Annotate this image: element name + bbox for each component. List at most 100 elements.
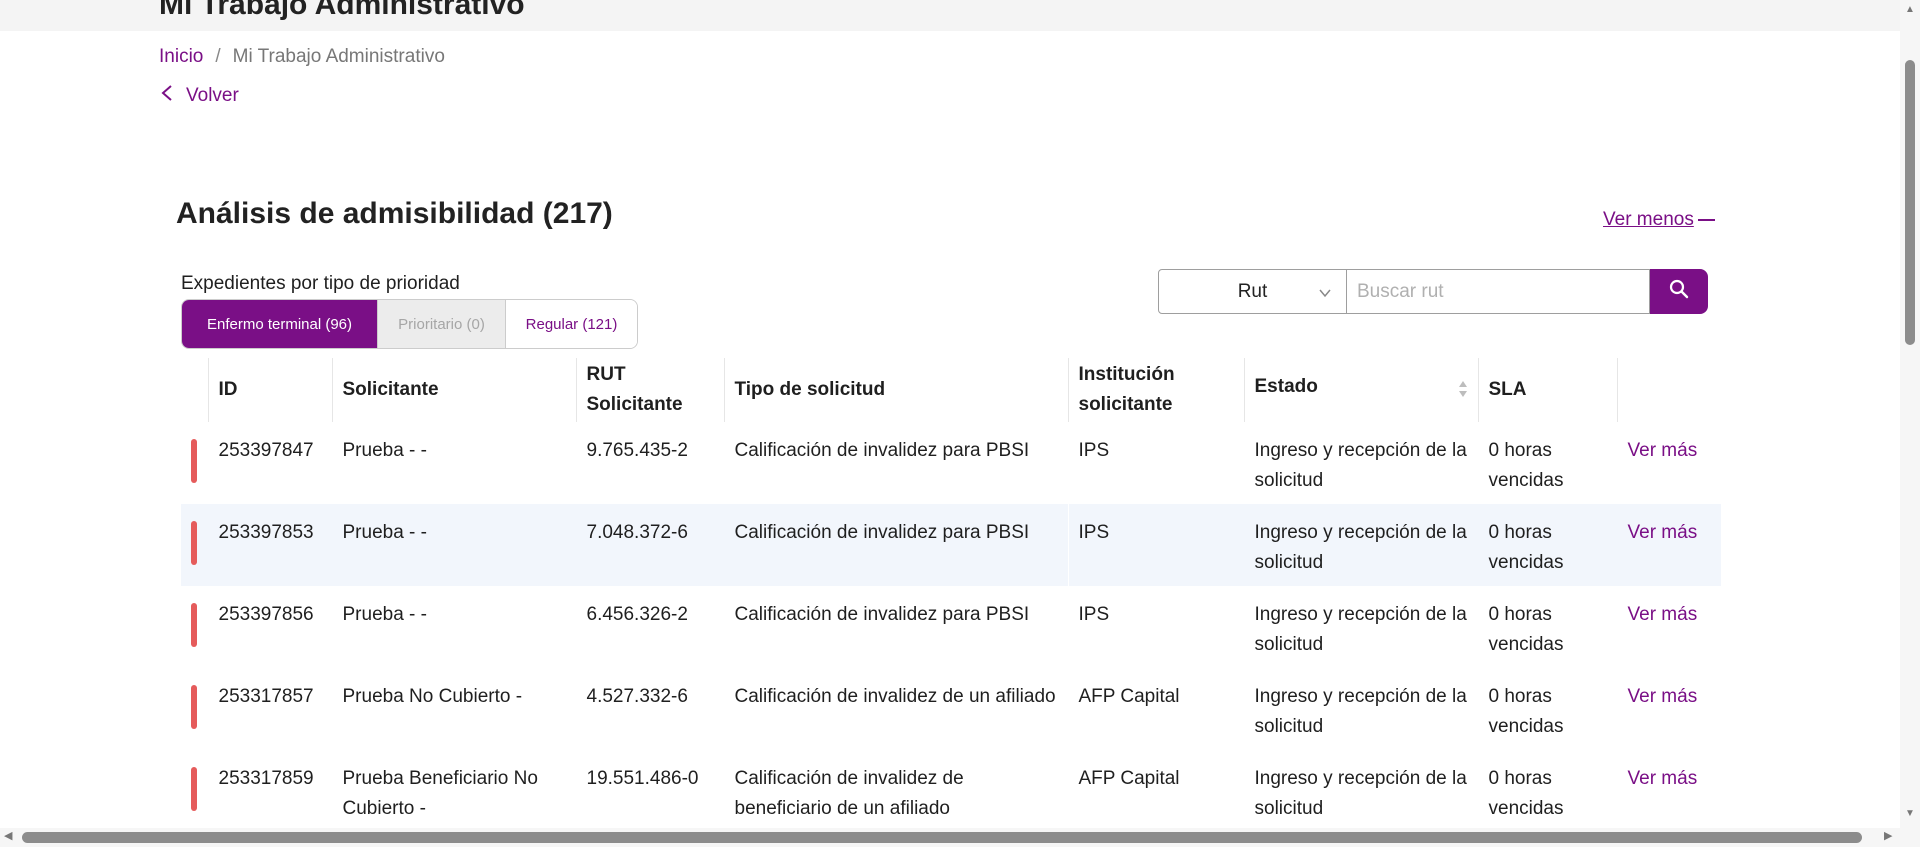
cell-action: Ver más — [1617, 586, 1721, 668]
scroll-right-arrow-icon[interactable]: ▶ — [1884, 829, 1892, 842]
see-less-label: Ver menos — [1603, 209, 1694, 230]
table-header-row: ID Solicitante RUT Solicitante Tipo de so… — [181, 358, 1721, 422]
cell-rut: 7.048.372-6 — [576, 504, 724, 586]
ver-mas-link[interactable]: Ver más — [1628, 768, 1698, 789]
chevron-left-icon — [160, 84, 174, 108]
cell-rut: 6.456.326-2 — [586, 604, 688, 625]
priority-marker — [191, 521, 198, 565]
col-header-estado[interactable]: Estado — [1244, 358, 1479, 422]
cell-institucion: IPS — [1078, 440, 1110, 461]
priority-cell — [181, 586, 208, 668]
cell-institucion: IPS — [1078, 604, 1110, 625]
vertical-scroll-thumb[interactable] — [1905, 60, 1915, 345]
cell-estado: Ingreso y recepción de la solicitud — [1254, 604, 1467, 655]
ver-mas-link[interactable]: Ver más — [1628, 522, 1698, 543]
cell-action: Ver más — [1617, 422, 1721, 504]
cell-solicitante: Prueba - - — [332, 504, 576, 586]
search-icon — [1669, 279, 1689, 304]
cell-id: 253397856 — [218, 604, 314, 625]
back-link[interactable]: Volver — [160, 84, 239, 108]
cell-tipo: Calificación de invalidez de un afiliado — [734, 686, 1056, 707]
scroll-up-arrow-icon[interactable]: ▲ — [1905, 4, 1915, 15]
tab-regular[interactable]: Regular (121) — [505, 300, 637, 348]
tab-enfermo-terminal[interactable]: Enfermo terminal (96) — [182, 300, 377, 348]
table-row: 253397847 Prueba - - 9.765.435-2 Calific… — [181, 422, 1721, 504]
sort-icon[interactable] — [1458, 378, 1468, 408]
cell-id: 253317859 — [218, 768, 314, 789]
requests-table: ID Solicitante RUT Solicitante Tipo de so… — [181, 358, 1721, 832]
col-header-estado-label: Estado — [1254, 376, 1318, 397]
scroll-down-arrow-icon[interactable]: ▼ — [1905, 808, 1915, 819]
col-header-priority — [181, 358, 209, 422]
col-header-tipo: Tipo de solicitud — [724, 358, 1069, 422]
priority-marker — [191, 685, 198, 729]
cell-estado: Ingreso y recepción de la solicitud — [1244, 504, 1478, 586]
cell-estado: Ingreso y recepción de la solicitud — [1254, 768, 1467, 819]
table-row: 253397853 Prueba - - 7.048.372-6 Calific… — [181, 504, 1721, 586]
search-field-select[interactable]: Rut — [1158, 269, 1347, 314]
priority-marker — [191, 603, 198, 647]
breadcrumb: Inicio / Mi Trabajo Administrativo — [159, 46, 445, 68]
col-header-institucion-line1: Institución — [1078, 364, 1175, 385]
search-input[interactable] — [1347, 269, 1650, 314]
cell-id: 253317857 — [218, 686, 314, 707]
cell-sla: 0 horas vencidas — [1488, 440, 1564, 491]
col-header-rut-line1: RUT — [586, 364, 626, 385]
see-less-link[interactable]: Ver menos — [1603, 209, 1715, 231]
breadcrumb-separator: / — [215, 46, 221, 67]
cell-tipo: Calificación de invalidez para PBSI — [724, 504, 1069, 586]
table-row: 253317857 Prueba No Cubierto - 4.527.332… — [181, 668, 1721, 750]
table-row: 253317859 Prueba Beneficiario No Cubiert… — [181, 750, 1721, 832]
cell-solicitante: Prueba Beneficiario No Cubierto - — [342, 768, 538, 819]
minus-icon — [1697, 219, 1715, 221]
col-header-rut: RUT Solicitante — [576, 358, 725, 422]
ver-mas-link[interactable]: Ver más — [1628, 604, 1698, 625]
cell-estado: Ingreso y recepción de la solicitud — [1254, 440, 1467, 491]
col-header-solicitante: Solicitante — [332, 358, 577, 422]
page-header-title: Mi Trabajo Administrativo — [159, 0, 525, 21]
cell-action: Ver más — [1617, 668, 1721, 750]
cell-id: 253397853 — [208, 504, 332, 586]
priority-tabs: Enfermo terminal (96) Prioritario (0) Re… — [181, 299, 638, 349]
col-header-actions — [1617, 358, 1721, 422]
section-title: Análisis de admisibilidad (217) — [176, 197, 613, 230]
col-header-institucion-line2: solicitante — [1078, 394, 1173, 415]
search-group: Rut — [1158, 269, 1708, 314]
cell-sla: 0 horas vencidas — [1488, 604, 1564, 655]
priority-cell — [181, 504, 208, 586]
cell-action: Ver más — [1617, 750, 1721, 832]
cell-solicitante: Prueba No Cubierto - — [342, 686, 523, 707]
cell-sla: 0 horas vencidas — [1488, 768, 1564, 819]
tab-prioritario: Prioritario (0) — [377, 300, 505, 348]
cell-rut: 9.765.435-2 — [586, 440, 688, 461]
col-header-sla: SLA — [1478, 358, 1618, 422]
cell-sla: 0 horas vencidas — [1488, 686, 1564, 737]
col-header-id: ID — [208, 358, 333, 422]
priority-cell — [181, 422, 208, 504]
priority-marker — [191, 767, 198, 811]
search-button[interactable] — [1650, 269, 1708, 314]
table-row: 253397856 Prueba - - 6.456.326-2 Calific… — [181, 586, 1721, 668]
priority-cell — [181, 750, 208, 832]
cell-institucion: AFP Capital — [1078, 686, 1180, 707]
ver-mas-link[interactable]: Ver más — [1628, 686, 1698, 707]
scroll-left-arrow-icon[interactable]: ◀ — [4, 829, 12, 842]
cell-solicitante: Prueba - - — [342, 604, 427, 625]
cell-tipo: Calificación de invalidez para PBSI — [734, 440, 1030, 461]
cell-sla: 0 horas vencidas — [1478, 504, 1617, 586]
col-header-rut-line2: Solicitante — [586, 394, 683, 415]
ver-mas-link[interactable]: Ver más — [1628, 440, 1698, 461]
cell-tipo: Calificación de invalidez para PBSI — [734, 604, 1030, 625]
priority-filter-label: Expedientes por tipo de prioridad — [181, 273, 460, 294]
cell-solicitante: Prueba - - — [342, 440, 427, 461]
cell-rut: 4.527.332-6 — [586, 686, 688, 707]
horizontal-scrollbar[interactable]: ◀ ▶ — [0, 828, 1900, 847]
breadcrumb-home-link[interactable]: Inicio — [159, 46, 203, 68]
page-header: Mi Trabajo Administrativo — [0, 0, 1900, 31]
priority-cell — [181, 668, 208, 750]
cell-institucion: AFP Capital — [1078, 768, 1180, 789]
cell-rut: 19.551.486-0 — [586, 768, 699, 789]
vertical-scrollbar[interactable]: ▲ ▼ — [1900, 0, 1920, 847]
horizontal-scroll-thumb[interactable] — [22, 832, 1862, 843]
cell-id: 253397847 — [218, 440, 314, 461]
